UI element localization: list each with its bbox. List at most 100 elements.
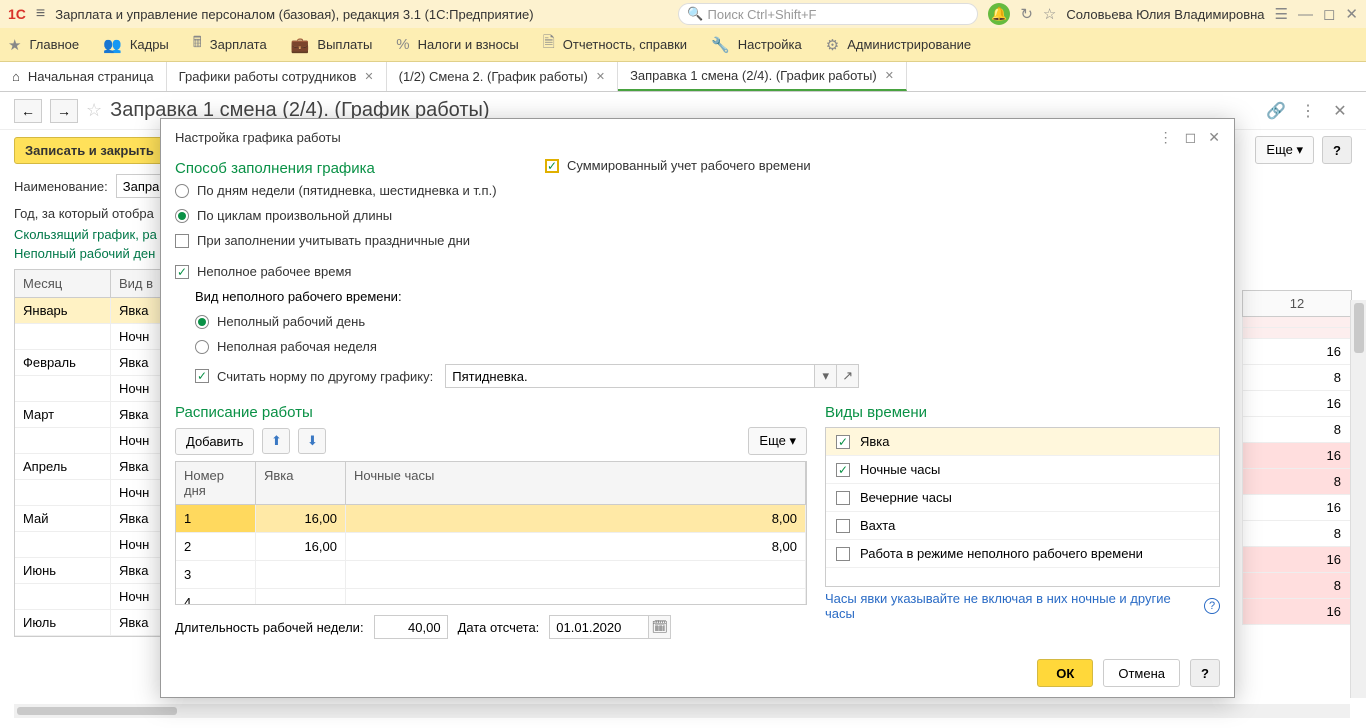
tab-schedules[interactable]: Графики работы сотрудников✕ — [167, 62, 387, 91]
section-time-types: Виды времени — [825, 400, 1220, 427]
radio-icon — [195, 340, 209, 354]
search-input[interactable]: 🔍 Поиск Ctrl+Shift+F — [678, 3, 978, 25]
close-icon[interactable]: ✕ — [364, 70, 373, 83]
table-row[interactable]: 216,008,00 — [176, 533, 806, 561]
forward-button[interactable]: → — [50, 99, 78, 123]
types-hint[interactable]: Часы явки указывайте не включая в них но… — [825, 591, 1220, 621]
history-icon[interactable]: ↻ — [1020, 5, 1033, 23]
close-page-icon[interactable]: ✕ — [1328, 99, 1352, 123]
check-parttime[interactable]: Неполное рабочее время — [175, 264, 1220, 279]
checkbox-icon — [836, 547, 850, 561]
checkbox-icon — [836, 463, 850, 477]
checkbox-icon — [836, 519, 850, 533]
modal-maximize-icon[interactable]: ◻ — [1185, 129, 1197, 146]
logo-1c: 1C — [8, 6, 26, 22]
week-length-label: Длительность рабочей недели: — [175, 620, 364, 635]
vertical-scrollbar[interactable] — [1350, 300, 1366, 698]
close-icon[interactable]: ✕ — [1345, 5, 1358, 23]
favorite-icon[interactable]: ☆ — [86, 100, 102, 121]
help-button[interactable]: ? — [1190, 659, 1220, 687]
tab-home[interactable]: ⌂Начальная страница — [0, 62, 167, 91]
move-down-button[interactable]: ⬇ — [298, 428, 326, 454]
maximize-icon[interactable]: ◻ — [1323, 5, 1335, 23]
filter-icon[interactable]: ☰ — [1275, 5, 1288, 23]
radio-by-days[interactable]: По дням недели (пятидневка, шестидневка … — [175, 183, 505, 198]
close-icon[interactable]: ✕ — [596, 70, 605, 83]
menu-main[interactable]: ★Главное — [8, 36, 79, 54]
menu-salary[interactable]: 🖩Зарплата — [193, 32, 267, 57]
help-button[interactable]: ? — [1322, 136, 1352, 164]
star-icon[interactable]: ☆ — [1043, 5, 1056, 23]
check-norm-schedule[interactable]: Считать норму по другому графику: — [195, 369, 433, 384]
more-button[interactable]: Еще ▾ — [748, 427, 807, 455]
menu-payments[interactable]: 💼Выплаты — [291, 36, 373, 54]
col-month: Месяц — [15, 270, 111, 297]
people-icon: 👥 — [103, 36, 122, 54]
add-button[interactable]: Добавить — [175, 428, 254, 455]
link-icon[interactable]: 🔗 — [1264, 99, 1288, 123]
date-from-field[interactable]: 🗓 — [549, 615, 671, 639]
date-from-label: Дата отсчета: — [458, 620, 540, 635]
week-length-input[interactable] — [374, 615, 448, 639]
radio-by-cycles[interactable]: По циклам произвольной длины — [175, 208, 505, 223]
list-item[interactable]: Работа в режиме неполного рабочего време… — [826, 540, 1219, 568]
list-item[interactable]: Явка — [826, 428, 1219, 456]
wallet-icon: 💼 — [291, 36, 310, 54]
check-summarized[interactable]: Суммированный учет рабочего времени — [545, 158, 811, 173]
checkbox-icon — [175, 234, 189, 248]
tab-zapravka[interactable]: Заправка 1 смена (2/4). (График работы)✕ — [618, 62, 907, 91]
search-placeholder: Поиск Ctrl+Shift+F — [708, 7, 817, 22]
star-icon: ★ — [8, 36, 21, 54]
year-label: Год, за который отобра — [14, 206, 154, 221]
menu-admin[interactable]: ⚙Администрирование — [826, 36, 971, 54]
check-holidays[interactable]: При заполнении учитывать праздничные дни — [175, 233, 505, 248]
more-icon[interactable]: ⋮ — [1296, 99, 1320, 123]
radio-icon — [195, 315, 209, 329]
modal-close-icon[interactable]: ✕ — [1208, 129, 1220, 146]
radio-part-week[interactable]: Неполная рабочая неделя — [195, 339, 1220, 354]
list-item[interactable]: Ночные часы — [826, 456, 1219, 484]
radio-part-day[interactable]: Неполный рабочий день — [195, 314, 1220, 329]
name-input[interactable] — [116, 174, 166, 198]
table-row[interactable]: 4 — [176, 589, 806, 605]
cancel-button[interactable]: Отмена — [1103, 659, 1180, 687]
checkbox-icon — [195, 369, 209, 383]
list-item[interactable]: Вечерние часы — [826, 484, 1219, 512]
checkbox-icon — [545, 159, 559, 173]
horizontal-scrollbar[interactable] — [14, 704, 1350, 718]
save-close-button[interactable]: Записать и закрыть — [14, 137, 165, 164]
checkbox-icon — [175, 265, 189, 279]
menu-settings[interactable]: 🔧Настройка — [711, 36, 802, 54]
burger-icon[interactable]: ≡ — [36, 5, 45, 23]
menu-kadry[interactable]: 👥Кадры — [103, 36, 169, 54]
norm-schedule-input[interactable] — [445, 364, 815, 388]
move-up-button[interactable]: ⬆ — [262, 428, 290, 454]
menu-reports[interactable]: 🗎Отчетность, справки — [543, 32, 687, 57]
parttime-type-label: Вид неполного рабочего времени: — [195, 289, 1220, 304]
username: Соловьева Юлия Владимировна — [1066, 7, 1264, 22]
schedule-table: Номер дня Явка Ночные часы 116,008,00 21… — [175, 461, 807, 605]
table-row[interactable]: 3 — [176, 561, 806, 589]
help-icon: ? — [1204, 598, 1220, 614]
time-types-list: Явка Ночные часы Вечерние часы Вахта Раб… — [825, 427, 1220, 587]
close-icon[interactable]: ✕ — [885, 69, 894, 82]
modal-more-icon[interactable]: ⋮ — [1159, 129, 1173, 146]
date-from-input[interactable] — [549, 615, 649, 639]
minimize-icon[interactable]: — — [1298, 6, 1313, 23]
radio-icon — [175, 209, 189, 223]
chevron-down-icon[interactable]: ▾ — [815, 364, 837, 388]
open-icon[interactable]: ↗ — [837, 364, 859, 388]
section-fill-method: Способ заполнения графика — [175, 156, 505, 183]
ok-button[interactable]: ОК — [1037, 659, 1093, 687]
back-button[interactable]: ← — [14, 99, 42, 123]
home-icon: ⌂ — [12, 69, 20, 84]
more-button[interactable]: Еще ▾ — [1255, 136, 1314, 164]
tab-shift2[interactable]: (1/2) Смена 2. (График работы)✕ — [387, 62, 618, 91]
list-item[interactable]: Вахта — [826, 512, 1219, 540]
table-row[interactable]: 116,008,00 — [176, 505, 806, 533]
menu-taxes[interactable]: %Налоги и взносы — [396, 36, 518, 53]
norm-schedule-combo[interactable]: ▾ ↗ — [445, 364, 859, 388]
calendar-icon[interactable]: 🗓 — [649, 615, 671, 639]
bell-icon[interactable]: 🔔 — [988, 3, 1010, 25]
col-type: Вид в — [111, 270, 163, 297]
